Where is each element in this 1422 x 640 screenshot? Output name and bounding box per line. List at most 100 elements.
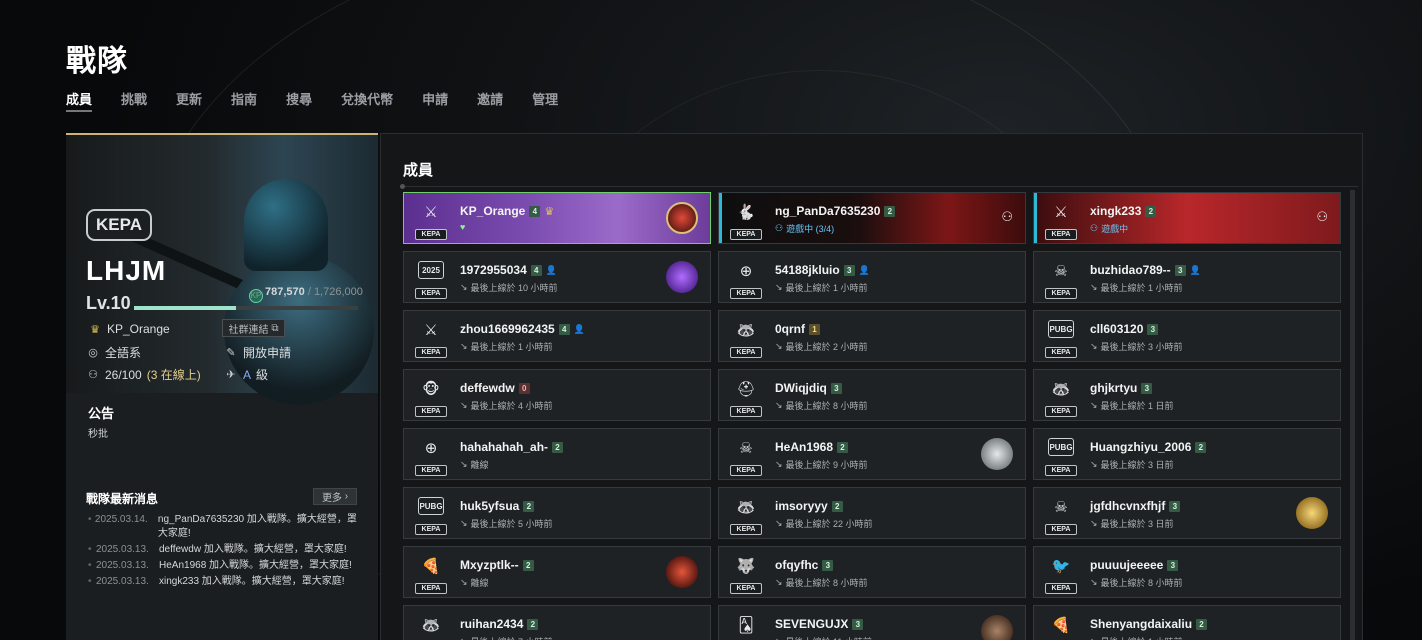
member-name: buzhidao789-- <box>1090 263 1171 277</box>
party-icon[interactable]: ⚇ <box>1316 209 1328 225</box>
member-status: ↘ 最後上線於 8 小時前 <box>775 399 868 412</box>
news-more-button[interactable]: 更多 › <box>313 488 357 505</box>
raccoon-icon: 🦝 <box>421 617 441 634</box>
members-divider <box>400 184 1358 189</box>
tab-applications[interactable]: 申請 <box>422 89 448 108</box>
member-card[interactable]: PUBG KEPA huk5yfsua 2 ↘ 最後上線於 5 小時前 <box>403 487 711 539</box>
member-card[interactable]: 🦝 KEPA imsoryyy 2 ↘ 最後上線於 22 小時前 <box>718 487 1026 539</box>
signal-icon: ↘ <box>460 282 468 292</box>
member-name-row: ruihan2434 2 <box>460 617 539 631</box>
tab-manage[interactable]: 管理 <box>532 89 558 108</box>
member-card[interactable]: 🐇 KEPA ng_PanDa7635230 2 ⚇ 遊戲中 (3/4) ⚇ <box>718 192 1026 244</box>
member-name-row: puuuujeeeee 3 <box>1090 558 1179 572</box>
members-panel: 成員 ⚔ KEPA KP_Orange 4 ♛ ♥ 🐇 KEPA ng_PanDa7635230… <box>380 133 1363 640</box>
member-status: ↘ 最後上線於 3 日前 <box>1090 517 1174 530</box>
member-card[interactable]: 🐺 KEPA ofqyfhc 3 ↘ 最後上線於 8 小時前 <box>718 546 1026 598</box>
pubg-icon: PUBG <box>1048 438 1074 456</box>
member-name: cll603120 <box>1090 322 1144 336</box>
member-name-row: Huangzhiyu_2006 2 <box>1090 440 1207 454</box>
member-status-text: 最後上線於 3 日前 <box>1100 460 1174 470</box>
member-name: ruihan2434 <box>460 617 524 631</box>
member-card[interactable]: PUBG KEPA cll603120 3 ↘ 最後上線於 3 小時前 <box>1033 310 1341 362</box>
bullet-icon: • <box>88 576 92 587</box>
signal-icon: ↘ <box>775 400 783 410</box>
signal-icon: ↘ <box>775 341 783 351</box>
member-card[interactable]: 2025 KEPA 1972955034 4 👤 ↘ 最後上線於 10 小時前 <box>403 251 711 303</box>
member-emblem: 🦝 KEPA <box>729 493 763 535</box>
kepa-tag: KEPA <box>730 465 762 476</box>
member-name-row: DWiqjdiq 3 <box>775 381 842 395</box>
skull-icon: ☠ <box>1054 263 1068 280</box>
member-level: 2 <box>1195 441 1207 453</box>
member-card[interactable]: 🦝 KEPA ghjkrtyu 3 ↘ 最後上線於 1 日前 <box>1033 369 1341 421</box>
member-card[interactable]: 🦝KEPA ruihan24342 ↘最後上線於 7 小時前 <box>403 605 711 640</box>
member-emblem: 🍕KEPA <box>1044 611 1078 640</box>
member-level: 4 <box>558 323 570 335</box>
notice-text: 秒批 <box>88 429 108 440</box>
tab-members[interactable]: 成員 <box>66 89 93 112</box>
member-card[interactable]: 🦝 KEPA 0qrnf 1 ↘ 最後上線於 2 小時前 <box>718 310 1026 362</box>
member-emblem: 🐦 KEPA <box>1044 552 1078 594</box>
member-name-row: ofqyfhc 3 <box>775 558 834 572</box>
member-card[interactable]: ⊕ KEPA 54188jkluio 3 👤 ↘ 最後上線於 1 小時前 <box>718 251 1026 303</box>
tab-invite[interactable]: 邀請 <box>477 89 503 108</box>
member-emblem: ☠ KEPA <box>1044 257 1078 299</box>
member-card[interactable]: ⚔ KEPA KP_Orange 4 ♛ ♥ <box>403 192 711 244</box>
party-icon[interactable]: ⚇ <box>1001 209 1013 225</box>
signal-icon: ↘ <box>775 282 783 292</box>
tab-guide[interactable]: 指南 <box>231 89 257 108</box>
member-name: SEVENGUJX <box>775 617 849 631</box>
tab-challenges[interactable]: 挑戰 <box>121 89 147 108</box>
member-name-row: xingk233 2 <box>1090 204 1157 218</box>
members-scrollbar[interactable] <box>1350 190 1355 640</box>
tab-updates[interactable]: 更新 <box>176 89 202 108</box>
member-status: ↘ 最後上線於 9 小時前 <box>775 458 868 471</box>
signal-icon: ↘ <box>775 518 783 528</box>
member-card[interactable]: 🐦 KEPA puuuujeeeee 3 ↘ 最後上線於 8 小時前 <box>1033 546 1341 598</box>
member-card[interactable]: ⚔ KEPA zhou1669962435 4 👤 ↘ 最後上線於 1 小時前 <box>403 310 711 362</box>
member-status: ♥ <box>460 222 468 232</box>
member-level: 4 <box>529 205 541 217</box>
member-card[interactable]: ⊕ KEPA hahahahah_ah- 2 ↘ 離線 <box>403 428 711 480</box>
pizza-icon: 🍕 <box>421 558 441 575</box>
member-name-row: KP_Orange 4 ♛ <box>460 204 554 218</box>
member-status-text: 最後上線於 5 小時前 <box>470 519 553 529</box>
kepa-tag: KEPA <box>730 347 762 358</box>
xp-readout: KP 787,570 / 1,726,000 <box>249 286 363 303</box>
member-name: 0qrnf <box>775 322 805 336</box>
member-card[interactable]: 🍕KEPA Shenyangdaixaliu2 ↘最後上線於 1 小時前 <box>1033 605 1341 640</box>
members-title: 成員 <box>403 162 434 179</box>
member-card[interactable]: 🐵 KEPA deffewdw 0 ↘ 最後上線於 4 小時前 <box>403 369 711 421</box>
member-card[interactable]: ⚔ KEPA xingk233 2 ⚇ 遊戲中 ⚇ <box>1033 192 1341 244</box>
member-name-row: imsoryyy 2 <box>775 499 843 513</box>
signal-icon: ↘ <box>775 577 783 587</box>
member-card[interactable]: PUBG KEPA Huangzhiyu_2006 2 ↘ 最後上線於 3 日前 <box>1033 428 1341 480</box>
member-badge <box>1296 497 1328 529</box>
tab-redeem-tokens[interactable]: 兌換代幣 <box>341 89 393 108</box>
member-card[interactable]: 🂡KEPA SEVENGUJX3 ↘最後上線於 11 小時前 <box>718 605 1026 640</box>
member-name: ofqyfhc <box>775 558 819 572</box>
social-link-button[interactable]: 社群連結 ⧉ <box>222 319 285 337</box>
news-date: 2025.03.14. <box>94 514 148 525</box>
member-status: ↘ 最後上線於 10 小時前 <box>460 281 558 294</box>
member-status: ⚇ 遊戲中 <box>1090 222 1128 235</box>
signal-icon: ↘ <box>1090 577 1098 587</box>
member-badge <box>666 556 698 588</box>
signal-icon: ↘ <box>460 518 468 528</box>
member-status-text: 最後上線於 1 日前 <box>1100 401 1174 411</box>
member-card[interactable]: ☠ KEPA jgfdhcvnxfhjf 3 ↘ 最後上線於 3 日前 <box>1033 487 1341 539</box>
member-card[interactable]: 🍕 KEPA Mxyzptlk-- 2 ↘ 離線 <box>403 546 711 598</box>
member-card[interactable]: ☠ KEPA buzhidao789-- 3 👤 ↘ 最後上線於 1 小時前 <box>1033 251 1341 303</box>
tab-search[interactable]: 搜尋 <box>286 89 312 108</box>
member-status-text: 最後上線於 9 小時前 <box>785 460 868 470</box>
members-count: 26/100 <box>105 367 142 382</box>
signal-icon: ↘ <box>460 400 468 410</box>
member-status-text: 最後上線於 22 小時前 <box>785 519 873 529</box>
kepa-tag: KEPA <box>415 524 447 535</box>
member-card[interactable]: ☠ KEPA HeAn1968 2 ↘ 最後上線於 9 小時前 <box>718 428 1026 480</box>
member-card[interactable]: ⛑ KEPA DWiqjdiq 3 ↘ 最後上線於 8 小時前 <box>718 369 1026 421</box>
news-item: • 2025.03.13. HeAn1968 加入戰隊。擴大經營，罩大家庭! <box>88 559 358 573</box>
member-status: ↘ 最後上線於 5 小時前 <box>460 517 553 530</box>
member-badge <box>981 438 1013 470</box>
member-name-row: ng_PanDa7635230 2 <box>775 204 896 218</box>
